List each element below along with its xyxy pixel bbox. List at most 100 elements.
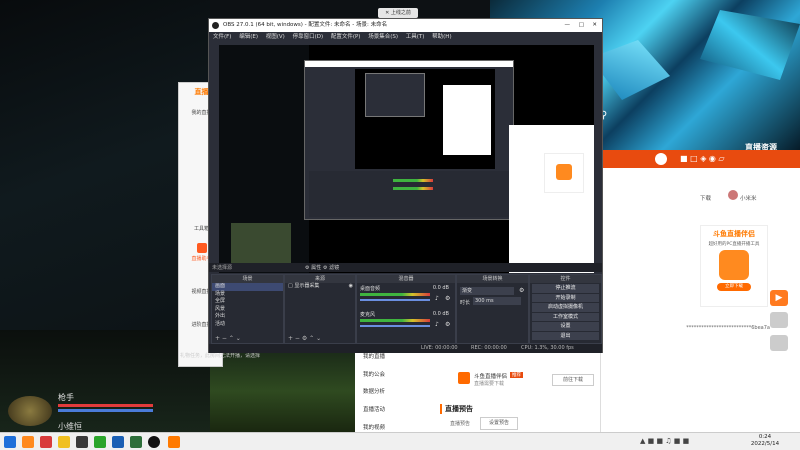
preview-promo-icon [556, 164, 572, 180]
obs-preview[interactable] [219, 45, 594, 273]
obs-window: OBS 27.0.1 (64 bit, windows) - 配置文件: 未命名… [208, 18, 603, 353]
menu-file[interactable]: 文件(F) [213, 34, 231, 40]
source-item[interactable]: □ 显示器采集 ◉ [285, 283, 355, 291]
source-controls[interactable]: + − ⚙ ⌃ ⌄ [288, 335, 321, 342]
controls-dock: 控件 停止推流 开始录制 启动虚拟摄像机 工作室模式 设置 退出 [529, 274, 602, 344]
minimize-icon[interactable]: — [565, 19, 571, 32]
maximize-icon[interactable]: □ [579, 19, 584, 32]
scene-controls[interactable]: + − ⌃ ⌄ [215, 335, 241, 342]
banner-download-button[interactable]: 前往下载 [552, 374, 594, 386]
menu-item[interactable]: 数据分析 [363, 387, 385, 395]
transition-select[interactable]: 渐变 [460, 287, 514, 295]
close-icon[interactable]: ✕ [592, 19, 597, 32]
nested-titlebar [305, 61, 513, 67]
browser-header: ■ □ ◈ ◉ ▱ [600, 150, 800, 168]
studio-mode-button[interactable]: 工作室模式 [532, 312, 599, 321]
header-icons[interactable]: ■ □ ◈ ◉ ▱ [680, 154, 725, 163]
nested-obs-capture [304, 60, 514, 220]
obs-taskbar-icon[interactable] [148, 436, 160, 448]
menu-item[interactable]: 我的直播 [363, 352, 385, 360]
promo-title: 斗鱼直播伴侣 [713, 230, 755, 238]
taskbar: ▲ ■ ■ ♫ ■ ■ 0:24 2022/5/14 [0, 432, 800, 450]
start-icon[interactable] [4, 436, 16, 448]
obs-titlebar: OBS 27.0.1 (64 bit, windows) - 配置文件: 未命名… [209, 19, 602, 32]
taskbar-app-icon[interactable] [130, 436, 142, 448]
filters-button[interactable]: ⚙ 滤镜 [323, 264, 339, 271]
menu-item[interactable]: 我的公会 [363, 370, 385, 378]
banner-title: 斗鱼直播伴侣 [474, 374, 508, 380]
menu-tools[interactable]: 工具(T) [406, 34, 425, 40]
speaker-icon[interactable]: ♪ [435, 321, 439, 328]
taskbar-app-icon[interactable] [58, 436, 70, 448]
desktop-tooltip: ✕ 上线之前 [378, 8, 418, 18]
gear-icon[interactable]: ⚙ [445, 295, 450, 302]
download-link[interactable]: 下载 [700, 194, 711, 202]
menu-view[interactable]: 视图(V) [266, 34, 285, 40]
scene-item[interactable]: 画面 [212, 283, 283, 291]
scene-item[interactable]: 风景 [212, 306, 283, 314]
gear-icon[interactable]: ⚙ [519, 287, 524, 294]
settings-button[interactable]: 设置 [532, 322, 599, 331]
source-label: 显示器采集 [294, 283, 320, 289]
promo-download-button[interactable]: 立即下载 [717, 283, 751, 291]
scene-item[interactable]: 场景 [212, 291, 283, 299]
taskbar-app-icon[interactable] [76, 436, 88, 448]
app-icon[interactable] [770, 335, 788, 351]
username[interactable]: 小米米 [740, 194, 757, 202]
section-title: 直播预告 [440, 404, 473, 414]
obs-context-bar: 未选择源 ⚙ 属性 ⚙ 滤镜 [209, 263, 602, 272]
scene-item[interactable]: 活动 [212, 321, 283, 329]
tray-icons[interactable]: ▲ ■ ■ ♫ ■ ■ [640, 437, 689, 445]
obs-menubar: 文件(F) 编辑(E) 视图(V) 停靠窗口(D) 配置文件(P) 场景集合(S… [209, 32, 602, 43]
gear-icon[interactable]: ⚙ [445, 321, 450, 328]
dock-title: 场景 [212, 275, 283, 283]
promo-desc: 超好用的PC直播开播工具 [708, 242, 760, 247]
douyu-taskbar-icon[interactable] [168, 436, 180, 448]
properties-button[interactable]: ⚙ 属性 [305, 264, 321, 271]
browser-subheader: 下载 小米米 [600, 168, 800, 228]
nested-docks [309, 171, 509, 217]
menu-item[interactable]: 我的视频 [363, 423, 385, 431]
douyu-notice: 礼物任务，此房间无法开播，请选择 [180, 353, 261, 359]
dock-title: 场景转换 [457, 275, 528, 283]
volume-slider[interactable] [360, 299, 430, 301]
menu-docks[interactable]: 停靠窗口(D) [293, 34, 324, 40]
player-name: 枪手 [58, 393, 74, 402]
eye-icon[interactable]: ◉ [349, 283, 353, 291]
live-time: LIVE: 00:00:00 [421, 345, 458, 351]
masked-key: **************************6bea7a [686, 325, 770, 331]
clock[interactable]: 0:24 2022/5/14 [740, 434, 790, 448]
volume-slider[interactable] [360, 325, 430, 327]
menu-edit[interactable]: 编辑(E) [239, 34, 258, 40]
speaker-icon[interactable]: ♪ [435, 295, 439, 302]
menu-scene-collection[interactable]: 场景集合(S) [368, 34, 398, 40]
user-avatar[interactable] [728, 190, 738, 200]
clock-date: 2022/5/14 [750, 441, 780, 447]
scene-item[interactable]: 外出 [212, 313, 283, 321]
scene-item[interactable]: 全屏 [212, 298, 283, 306]
taskbar-app-icon[interactable] [94, 436, 106, 448]
virtual-camera-button[interactable]: 启动虚拟摄像机 [532, 303, 599, 312]
menu-item[interactable]: 直播活动 [363, 405, 385, 413]
audio-meter [360, 319, 430, 322]
preview-browser [509, 125, 594, 273]
start-recording-button[interactable]: 开始录制 [532, 293, 599, 302]
avatar[interactable] [655, 153, 667, 165]
mixer-dock: 混音器 桌面音频 0.0 dB ♪ ⚙ 麦克风 0.0 dB ♪ ⚙ [356, 274, 456, 344]
dock-title: 来源 [285, 275, 355, 283]
home-icon[interactable] [770, 312, 788, 328]
play-icon[interactable]: ▶ [770, 290, 788, 306]
taskbar-app-icon[interactable] [112, 436, 124, 448]
menu-profile[interactable]: 配置文件(P) [331, 34, 361, 40]
taskbar-app-icon[interactable] [22, 436, 34, 448]
scenes-dock: 场景 画面 场景 全屏 风景 外出 活动 + − ⌃ ⌄ [211, 274, 284, 344]
taskbar-app-icon[interactable] [40, 436, 52, 448]
set-preview-button[interactable]: 设置预告 [480, 417, 518, 430]
window-title: OBS 27.0.1 (64 bit, windows) - 配置文件: 未命名… [223, 22, 388, 28]
menu-help[interactable]: 帮助(H) [432, 34, 451, 40]
stop-stream-button[interactable]: 停止推流 [532, 284, 599, 293]
exit-button[interactable]: 退出 [532, 331, 599, 340]
douyu-small-icon [458, 372, 470, 384]
duration-input[interactable]: 300 ms [473, 297, 521, 305]
duration-label: 时长 [460, 300, 471, 306]
